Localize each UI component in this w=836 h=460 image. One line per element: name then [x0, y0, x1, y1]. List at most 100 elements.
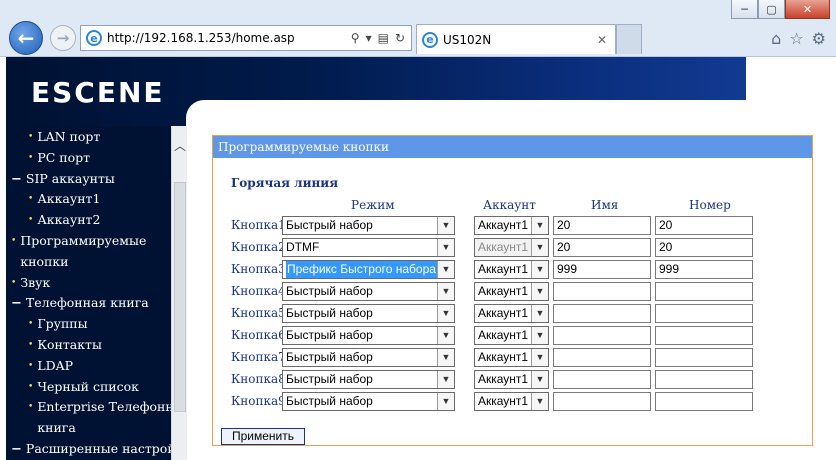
name-input[interactable]: [553, 370, 651, 389]
number-input[interactable]: [655, 326, 753, 345]
sidebar-item-label: Расширенные настройки: [25, 441, 171, 456]
sidebar-item[interactable]: • Программируемые: [11, 230, 146, 252]
sidebar-item-label: Аккаунт1: [37, 191, 101, 207]
sidebar-item[interactable]: • Группы: [28, 313, 88, 335]
bullet-icon: •: [28, 360, 34, 371]
mode-select[interactable]: Быстрый набор ▼: [282, 304, 455, 323]
chevron-down-icon[interactable]: ▼: [437, 261, 454, 278]
chevron-down-icon[interactable]: ▼: [437, 349, 454, 366]
mode-select[interactable]: Быстрый набор ▼: [282, 392, 455, 411]
number-input[interactable]: [655, 282, 753, 301]
chevron-up-icon[interactable]: ︿: [172, 136, 188, 154]
chevron-down-icon[interactable]: ▼: [437, 327, 454, 344]
mode-select[interactable]: Быстрый набор ▼: [282, 326, 455, 345]
close-window-button[interactable]: ✕: [785, 0, 830, 19]
number-input[interactable]: [655, 392, 753, 411]
chevron-down-icon[interactable]: ▼: [437, 371, 454, 388]
chevron-down-icon[interactable]: ▼: [437, 283, 454, 300]
arrow-left-icon: ←: [17, 26, 35, 50]
sidebar-item[interactable]: − SIP аккаунты: [11, 168, 115, 190]
mode-select[interactable]: Быстрый набор ▼: [282, 370, 455, 389]
tab-active[interactable]: e US102N ✕: [416, 24, 616, 54]
sidebar-item[interactable]: •кнопки: [11, 251, 68, 273]
sidebar-item[interactable]: − Телефонная книга: [11, 292, 149, 314]
chevron-down-icon[interactable]: ▼: [531, 371, 548, 388]
search-icon[interactable]: ⚲: [351, 31, 360, 45]
name-input[interactable]: [553, 304, 651, 323]
account-select[interactable]: Аккаунт1 ▼: [474, 216, 549, 235]
sidebar-item[interactable]: • LAN порт: [28, 126, 100, 148]
number-input[interactable]: [655, 304, 753, 323]
chevron-down-icon[interactable]: ▼: [531, 261, 548, 278]
sidebar-item[interactable]: • Черный список: [28, 376, 139, 398]
account-select[interactable]: Аккаунт1 ▼: [474, 260, 549, 279]
refresh-icon[interactable]: ↻: [395, 31, 405, 45]
name-input[interactable]: 20: [553, 238, 651, 257]
chevron-down-icon[interactable]: ▼: [437, 217, 454, 234]
chevron-down-icon[interactable]: ▼: [531, 305, 548, 322]
address-bar[interactable]: e http://192.168.1.253/home.asp ⚲ ▾ ▤ ↻: [80, 25, 412, 51]
scrollbar-thumb[interactable]: [174, 182, 186, 412]
url-text[interactable]: http://192.168.1.253/home.asp: [107, 31, 351, 45]
sidebar-item[interactable]: • PC порт: [28, 147, 90, 169]
sidebar-scrollbar[interactable]: ︿: [171, 126, 187, 460]
sidebar-item-label: Группы: [37, 316, 88, 332]
mode-select[interactable]: Быстрый набор ▼: [282, 216, 455, 235]
tab-close-icon[interactable]: ✕: [597, 33, 607, 47]
compatibility-view-icon[interactable]: ▤: [378, 31, 389, 45]
forward-button[interactable]: →: [50, 25, 76, 51]
gear-icon[interactable]: ⚙: [812, 29, 826, 48]
account-select[interactable]: Аккаунт1 ▼: [474, 326, 549, 345]
name-input[interactable]: 20: [553, 216, 651, 235]
mode-select[interactable]: Префикс Быстрого набора ▼: [282, 260, 455, 279]
sidebar-item[interactable]: • LDAP: [28, 355, 73, 377]
chevron-down-icon[interactable]: ▼: [531, 327, 548, 344]
new-tab-button[interactable]: [616, 24, 642, 54]
sidebar-item-label: LAN порт: [37, 129, 101, 144]
chevron-down-icon[interactable]: ▼: [531, 283, 548, 300]
mode-select[interactable]: Быстрый набор ▼: [282, 282, 455, 301]
number-input[interactable]: 20: [655, 216, 753, 235]
bullet-icon: •: [11, 236, 17, 246]
number-input[interactable]: [655, 348, 753, 367]
sidebar-item[interactable]: •Enterprise Телефонная: [28, 396, 171, 418]
account-select[interactable]: Аккаунт1 ▼: [474, 348, 549, 367]
minimize-button[interactable]: ─: [731, 0, 758, 19]
sidebar-item[interactable]: • Аккаунт1: [28, 188, 100, 210]
name-input[interactable]: 999: [553, 260, 651, 279]
name-input[interactable]: [553, 348, 651, 367]
chevron-down-icon[interactable]: ▾: [366, 31, 372, 45]
mode-select[interactable]: Быстрый набор ▼: [282, 348, 455, 367]
sidebar-item[interactable]: • Аккаунт2: [28, 209, 100, 231]
name-input[interactable]: [553, 392, 651, 411]
chevron-down-icon[interactable]: ▼: [437, 393, 454, 410]
back-button[interactable]: ←: [9, 21, 43, 55]
apply-button[interactable]: Применить: [221, 428, 306, 445]
account-select[interactable]: Аккаунт1 ▼: [474, 304, 549, 323]
sidebar-item[interactable]: −Расширенные настройки: [11, 438, 171, 460]
favorites-star-icon[interactable]: ☆: [789, 29, 803, 48]
sidebar-item[interactable]: • Звук: [11, 272, 50, 294]
number-input[interactable]: [655, 370, 753, 389]
sidebar-item[interactable]: • Контакты: [28, 334, 102, 356]
chevron-down-icon[interactable]: ▼: [531, 217, 548, 234]
bullet-icon: •: [28, 132, 34, 142]
home-icon[interactable]: ⌂: [771, 29, 781, 48]
number-input[interactable]: 20: [655, 238, 753, 257]
chevron-down-icon[interactable]: ▼: [531, 349, 548, 366]
account-select[interactable]: Аккаунт1 ▼: [474, 392, 549, 411]
sidebar-item[interactable]: •книга: [28, 417, 75, 439]
name-input[interactable]: [553, 282, 651, 301]
chevron-down-icon[interactable]: ▼: [437, 239, 454, 256]
chevron-down-icon[interactable]: ▼: [437, 305, 454, 322]
mode-select[interactable]: DTMF ▼: [282, 238, 455, 257]
sidebar-item-label: Аккаунт2: [37, 212, 101, 228]
account-select[interactable]: Аккаунт1 ▼: [474, 370, 549, 389]
sidebar-item-label: Черный список: [37, 378, 139, 394]
maximize-button[interactable]: ▢: [758, 0, 785, 19]
account-select[interactable]: Аккаунт1 ▼: [474, 282, 549, 301]
name-input[interactable]: [553, 326, 651, 345]
chevron-down-icon[interactable]: ▼: [531, 393, 548, 410]
chevron-down-icon[interactable]: ▼: [531, 239, 548, 256]
number-input[interactable]: 999: [655, 260, 753, 279]
